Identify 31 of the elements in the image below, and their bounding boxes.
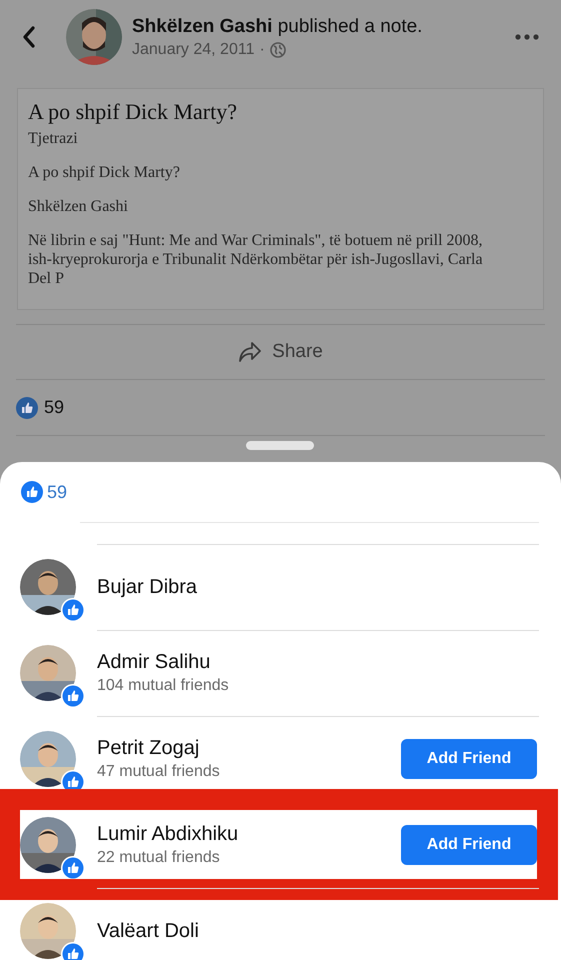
share-button[interactable]: Share <box>0 325 561 379</box>
note-paragraph: A po shpif Dick Marty? <box>28 163 181 182</box>
like-badge-icon <box>61 598 85 622</box>
mutual-friends: 22 mutual friends <box>97 849 221 867</box>
like-count: 59 <box>44 397 64 418</box>
person-name[interactable]: Bujar Dibra <box>97 576 561 598</box>
note-title: A po shpif Dick Marty? <box>28 99 238 125</box>
globe-icon <box>270 42 286 58</box>
mutual-friends: 104 mutual friends <box>97 677 230 695</box>
share-icon <box>238 341 262 363</box>
person-name[interactable]: Valëart Doli <box>97 920 561 942</box>
person-name[interactable]: Admir Salihu <box>97 651 561 674</box>
note-paragraph: Në librin e saj "Hunt: Me and War Criminals", të botuem në prill 2008, ish-kryeprokurorja e Tribunalit Ndërkombëtar për ish-Jugosllavi, Carla Del P <box>28 231 484 288</box>
like-badge-icon <box>61 684 85 708</box>
like-count: 59 <box>47 482 68 502</box>
like-icon <box>21 481 43 503</box>
note-paragraph: Shkëlzen Gashi <box>28 197 129 216</box>
note-paragraph: Tjetrazi <box>28 129 79 148</box>
add-friend-button[interactable]: Add Friend <box>401 825 537 865</box>
add-friend-button[interactable]: Add Friend <box>401 739 537 779</box>
person-name[interactable]: Lumir Abdixhiku <box>97 823 401 846</box>
back-icon[interactable] <box>22 25 36 49</box>
mutual-friends: 47 mutual friends <box>97 763 221 781</box>
post-title: Shkëlzen Gashi published a note. <box>132 16 424 38</box>
sheet-handle[interactable] <box>246 441 314 450</box>
like-badge-icon <box>61 856 85 880</box>
like-icon <box>16 396 38 418</box>
person-name[interactable]: Petrit Zogaj <box>97 737 401 760</box>
separator: · <box>259 40 265 58</box>
more-icon[interactable] <box>515 34 539 40</box>
post-date: January 24, 2011 <box>132 40 254 58</box>
